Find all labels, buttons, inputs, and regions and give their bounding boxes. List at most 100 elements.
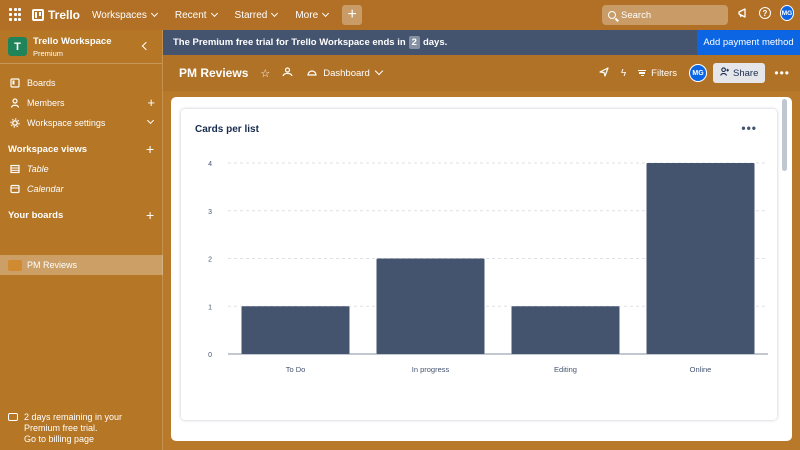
chevron-down-icon bbox=[150, 9, 158, 18]
sidebar-item-table[interactable]: Table bbox=[0, 159, 163, 179]
share-button[interactable]: Share bbox=[713, 63, 766, 83]
collapse-sidebar-icon[interactable] bbox=[141, 41, 151, 51]
scrollbar[interactable] bbox=[782, 99, 787, 171]
menu-recent[interactable]: Recent bbox=[174, 9, 218, 21]
avatar-initials: MG bbox=[780, 5, 794, 21]
y-tick-label: 3 bbox=[208, 209, 212, 216]
menu-starred[interactable]: Starred bbox=[234, 9, 279, 21]
add-payment-button[interactable]: Add payment method bbox=[697, 30, 800, 55]
trial-notice[interactable]: 2 days remaining in your Premium free tr… bbox=[8, 412, 122, 445]
search-input[interactable]: Search bbox=[602, 5, 728, 25]
trello-logo-icon bbox=[32, 9, 44, 21]
sidebar: T Trello Workspace Premium Boards Member… bbox=[0, 30, 163, 450]
your-boards-title: Your boards + bbox=[8, 207, 154, 223]
bar bbox=[646, 163, 755, 354]
x-tick-label: Editing bbox=[554, 365, 577, 374]
chevron-down-icon[interactable] bbox=[146, 116, 155, 125]
logo-text: Trello bbox=[48, 8, 81, 22]
section-label: Workspace views bbox=[8, 144, 88, 155]
workspace-logo: T bbox=[8, 37, 27, 56]
banner-days: 2 bbox=[408, 36, 420, 49]
sidebar-item-calendar[interactable]: Calendar bbox=[0, 179, 163, 199]
y-tick-label: 0 bbox=[208, 352, 212, 359]
create-button[interactable]: + bbox=[342, 5, 363, 25]
calendar-icon bbox=[10, 184, 20, 194]
top-nav: Trello Workspaces Recent Starred More + … bbox=[0, 0, 800, 30]
cards-per-list-chart: 0 1 2 3 4 To Do In progress Editing Online bbox=[208, 161, 768, 374]
trial-banner: The Premium free trial for Trello Worksp… bbox=[163, 30, 800, 55]
workspace-header: T Trello Workspace Premium bbox=[0, 30, 162, 64]
board-header-actions: ϟ Filters MG Share ••• bbox=[587, 63, 790, 83]
filters-button[interactable]: Filters bbox=[638, 68, 677, 79]
trial-line-1: 2 days remaining in your bbox=[24, 412, 123, 422]
power-up-icon[interactable] bbox=[599, 66, 609, 80]
chevron-down-icon bbox=[210, 9, 218, 18]
member-avatar[interactable]: MG bbox=[689, 64, 708, 82]
bar bbox=[376, 258, 485, 354]
top-icons: ? MG bbox=[727, 5, 794, 21]
y-tick-label: 4 bbox=[208, 161, 212, 168]
menu-workspaces[interactable]: Workspaces bbox=[92, 9, 158, 21]
menu-workspaces-label: Workspaces bbox=[92, 9, 147, 21]
search-placeholder: Search bbox=[621, 9, 652, 21]
sidebar-item-boards[interactable]: Boards bbox=[0, 73, 163, 93]
share-label: Share bbox=[733, 67, 759, 79]
menu-recent-label: Recent bbox=[174, 9, 207, 21]
board-label: PM Reviews bbox=[27, 260, 78, 270]
share-icon bbox=[720, 67, 730, 79]
x-tick-label: To Do bbox=[286, 365, 306, 374]
sidebar-item-settings[interactable]: Workspace settings bbox=[0, 113, 163, 133]
plus-icon: + bbox=[347, 6, 357, 23]
sidebar-item-members[interactable]: Members + bbox=[0, 93, 163, 113]
automation-icon[interactable]: ϟ bbox=[621, 68, 626, 79]
board-header: PM Reviews ☆ Dashboard ϟ Filters MG Shar… bbox=[163, 55, 800, 91]
menu-more-label: More bbox=[295, 9, 319, 21]
visibility-icon[interactable] bbox=[282, 66, 293, 80]
banner-text: The Premium free trial for Trello Worksp… bbox=[173, 37, 406, 48]
dashboard-icon bbox=[307, 68, 317, 79]
add-board-icon[interactable]: + bbox=[146, 207, 154, 223]
megaphone-icon[interactable] bbox=[736, 6, 750, 20]
workspace-views-title: Workspace views + bbox=[8, 141, 154, 157]
filter-icon bbox=[638, 68, 647, 78]
sidebar-item-label: Workspace settings bbox=[27, 118, 106, 128]
chevron-down-icon bbox=[374, 66, 383, 76]
workspace-plan: Premium bbox=[33, 48, 64, 58]
sidebar-item-label: Calendar bbox=[27, 184, 64, 194]
filters-label: Filters bbox=[651, 67, 678, 79]
board-color-swatch bbox=[8, 259, 22, 271]
billing-link[interactable]: Go to billing page bbox=[24, 434, 122, 445]
more-options-icon[interactable]: ••• bbox=[774, 66, 790, 80]
view-label: Dashboard bbox=[323, 67, 370, 79]
app-switcher-icon[interactable] bbox=[9, 8, 23, 22]
x-tick-label: Online bbox=[690, 365, 712, 374]
banner-text-after: days. bbox=[422, 37, 448, 48]
menu-more[interactable]: More bbox=[295, 9, 330, 21]
y-tick-label: 2 bbox=[208, 257, 212, 264]
add-member-icon[interactable]: + bbox=[147, 96, 155, 109]
nav-menu: Workspaces Recent Starred More + bbox=[92, 5, 363, 25]
x-tick-label: In progress bbox=[412, 365, 450, 374]
chevron-down-icon bbox=[271, 9, 279, 18]
sidebar-board-pm-reviews[interactable]: PM Reviews bbox=[0, 255, 163, 275]
view-switcher[interactable]: Dashboard bbox=[307, 66, 383, 79]
y-tick-label: 1 bbox=[208, 304, 212, 311]
add-view-icon[interactable]: + bbox=[146, 141, 154, 157]
sidebar-item-label: Members bbox=[27, 98, 65, 108]
section-label: Your boards bbox=[8, 210, 64, 221]
person-icon bbox=[10, 98, 20, 108]
board-icon bbox=[10, 78, 20, 88]
gear-icon bbox=[10, 118, 20, 128]
star-icon[interactable]: ☆ bbox=[260, 67, 270, 80]
board-title[interactable]: PM Reviews bbox=[179, 66, 248, 80]
credit-card-icon bbox=[8, 413, 18, 421]
trello-logo[interactable]: Trello bbox=[32, 8, 80, 22]
help-icon[interactable]: ? bbox=[759, 7, 771, 19]
account-avatar[interactable]: MG bbox=[780, 5, 794, 21]
menu-starred-label: Starred bbox=[234, 9, 268, 21]
trial-line-2: Premium free trial. bbox=[24, 423, 98, 433]
chevron-down-icon bbox=[322, 9, 330, 18]
dashboard-content: Cards per list ••• 0 1 2 3 4 To Do In progress… bbox=[171, 97, 792, 441]
sidebar-item-label: Boards bbox=[27, 78, 56, 88]
bar bbox=[241, 306, 350, 354]
